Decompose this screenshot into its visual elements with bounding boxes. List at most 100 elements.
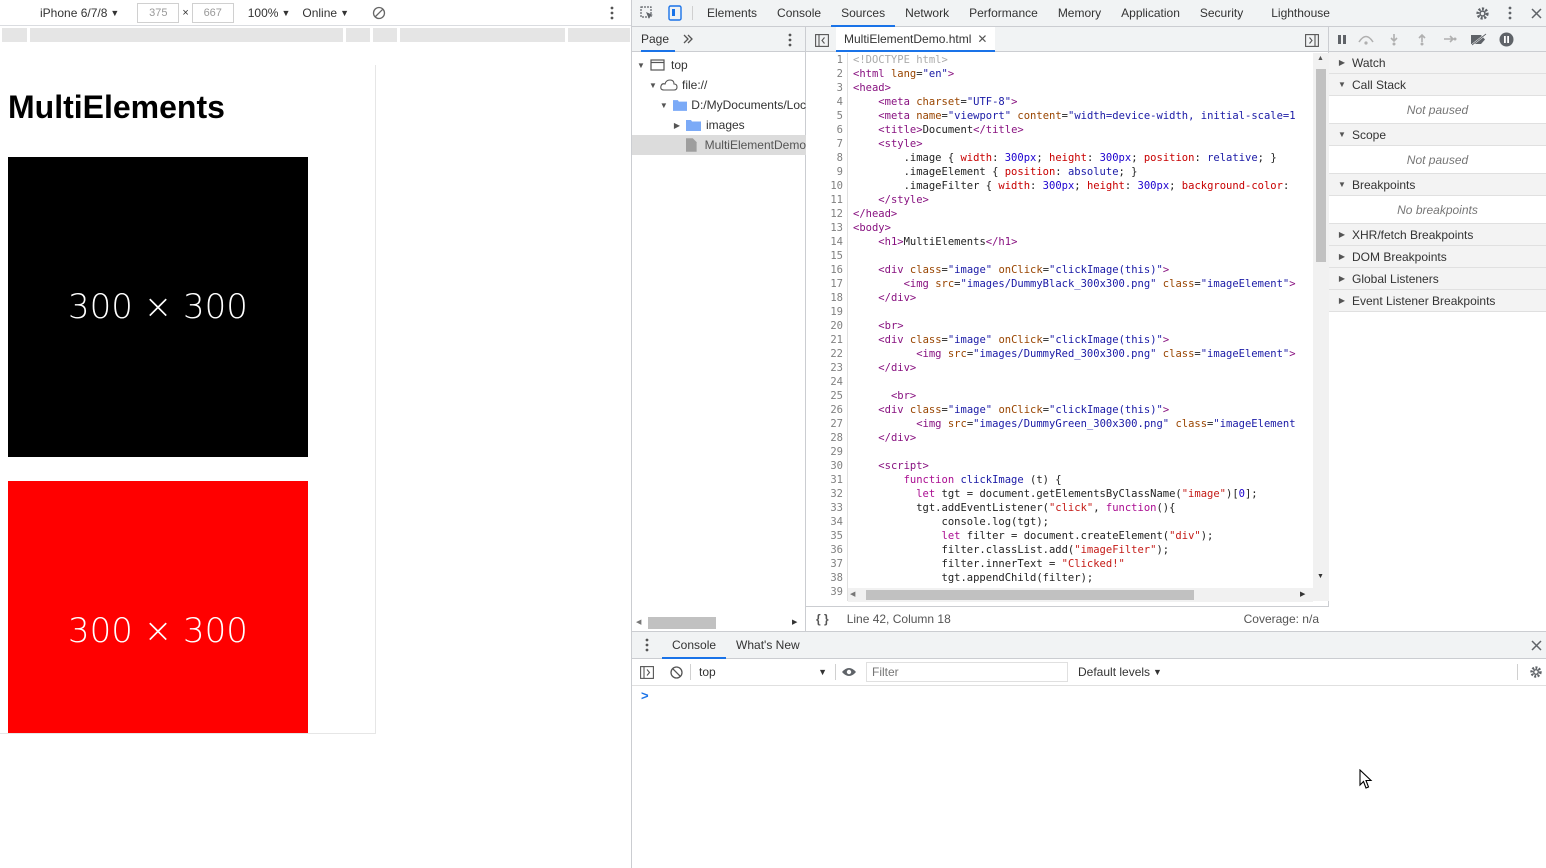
editor-vertical-scrollbar[interactable]: ▲ ▼ — [1313, 53, 1329, 601]
line-number[interactable]: 22 — [830, 347, 843, 361]
line-number[interactable]: 28 — [830, 431, 843, 445]
console-settings-button[interactable] — [1528, 664, 1544, 680]
tab-sources[interactable]: Sources — [831, 0, 896, 27]
toggle-debugger-button[interactable] — [1304, 32, 1320, 48]
line-number[interactable]: 7 — [837, 137, 843, 151]
line-number[interactable]: 2 — [837, 67, 843, 81]
line-number[interactable]: 37 — [830, 557, 843, 571]
line-number[interactable]: 34 — [830, 515, 843, 529]
close-devtools-button[interactable] — [1528, 4, 1544, 22]
step-icon[interactable] — [1441, 33, 1459, 45]
network-throttle-select[interactable]: Online ▼ — [302, 6, 349, 20]
ruler-segment[interactable] — [400, 28, 565, 42]
pretty-print-button[interactable]: { } — [816, 612, 829, 626]
line-number[interactable]: 13 — [830, 221, 843, 235]
clear-console-button[interactable] — [662, 665, 690, 679]
line-number[interactable]: 6 — [837, 123, 843, 137]
console-input-area[interactable] — [662, 688, 1532, 858]
tab-page[interactable]: Page — [632, 27, 678, 51]
line-number[interactable]: 31 — [830, 473, 843, 487]
ruler-segment[interactable] — [30, 28, 343, 42]
drawer-tab-console[interactable]: Console — [662, 632, 727, 659]
section-global-listeners[interactable]: ▶ Global Listeners — [1329, 268, 1546, 290]
tab-console[interactable]: Console — [767, 0, 831, 26]
console-prompt[interactable]: > — [641, 688, 649, 703]
line-number[interactable]: 21 — [830, 333, 843, 347]
section-dom-breakpoints[interactable]: ▶ DOM Breakpoints — [1329, 246, 1546, 268]
more-options-button[interactable] — [606, 5, 618, 21]
pause-icon[interactable] — [1337, 34, 1347, 45]
line-number[interactable]: 10 — [830, 179, 843, 193]
line-number[interactable]: 11 — [830, 193, 843, 207]
line-number[interactable]: 9 — [837, 165, 843, 179]
line-number[interactable]: 17 — [830, 277, 843, 291]
settings-button[interactable] — [1472, 4, 1492, 22]
tab-performance[interactable]: Performance — [959, 0, 1048, 26]
line-number[interactable]: 24 — [830, 375, 843, 389]
height-input[interactable]: 667 — [191, 2, 234, 23]
editor-horizontal-scrollbar[interactable]: ◀ ▶ — [848, 588, 1313, 602]
line-number[interactable]: 23 — [830, 361, 843, 375]
inspect-element-button[interactable] — [632, 0, 662, 26]
step-into-icon[interactable] — [1385, 33, 1403, 46]
ruler-segment[interactable] — [373, 28, 397, 42]
device-toolbar-toggle[interactable] — [662, 0, 688, 26]
line-number[interactable]: 15 — [830, 249, 843, 263]
line-number[interactable]: 39 — [830, 585, 843, 599]
dummy-image-red[interactable]: 300 × 300 — [8, 481, 308, 733]
rotate-button[interactable] — [371, 5, 387, 21]
code-area[interactable]: 1 2 3 4 5 6 7 8 9 10 11 12 13 14 15 16 17 18 19 20 21 22 23 24 2… — [806, 53, 1313, 601]
tree-item-top[interactable]: ▼ top — [632, 55, 806, 75]
line-number[interactable]: 16 — [830, 263, 843, 277]
line-number[interactable]: 38 — [830, 571, 843, 585]
section-breakpoints[interactable]: ▼ Breakpoints — [1329, 174, 1546, 196]
close-drawer-button[interactable] — [1530, 639, 1542, 651]
line-number[interactable]: 18 — [830, 291, 843, 305]
drawer-menu-button[interactable] — [632, 632, 662, 658]
section-event-listener-breakpoints[interactable]: ▶ Event Listener Breakpoints — [1329, 290, 1546, 312]
section-scope[interactable]: ▼ Scope — [1329, 124, 1546, 146]
width-input[interactable]: 375 — [137, 2, 180, 23]
customize-button[interactable] — [1502, 4, 1518, 22]
tree-item-file-scheme[interactable]: ▼ file:// — [632, 75, 806, 95]
line-number[interactable]: 29 — [830, 445, 843, 459]
ruler-segment[interactable] — [2, 28, 27, 42]
step-over-icon[interactable] — [1357, 33, 1375, 45]
tab-lighthouse[interactable]: Lighthouse — [1261, 0, 1340, 26]
line-number[interactable]: 14 — [830, 235, 843, 249]
ruler-segment[interactable] — [346, 28, 370, 42]
log-levels-select[interactable]: Default levels ▼ — [1078, 665, 1162, 679]
line-number[interactable]: 20 — [830, 319, 843, 333]
line-number[interactable]: 12 — [830, 207, 843, 221]
line-number[interactable]: 26 — [830, 403, 843, 417]
drawer-tab-whats-new[interactable]: What's New — [726, 632, 810, 658]
tree-item-file-selected[interactable]: MultiElementDemo — [632, 135, 806, 155]
line-number[interactable]: 3 — [837, 81, 843, 95]
scrollbar-thumb[interactable] — [1316, 69, 1326, 262]
scroll-down-arrow[interactable]: ▼ — [1317, 573, 1324, 580]
tree-item-folder-root[interactable]: ▼ D:/MyDocuments/Loc — [632, 95, 806, 115]
line-number[interactable]: 8 — [837, 151, 843, 165]
line-number[interactable]: 27 — [830, 417, 843, 431]
toggle-navigator-button[interactable] — [814, 32, 830, 48]
line-number[interactable]: 19 — [830, 305, 843, 319]
close-tab-icon[interactable]: ✕ — [977, 32, 987, 46]
line-number[interactable]: 30 — [830, 459, 843, 473]
line-number[interactable]: 25 — [830, 389, 843, 403]
section-watch[interactable]: ▶ Watch — [1329, 52, 1546, 74]
navigator-horizontal-scrollbar[interactable] — [648, 617, 716, 629]
tab-application[interactable]: Application — [1111, 0, 1190, 26]
scroll-right-arrow[interactable]: ▶ — [792, 618, 800, 628]
toggle-sidebar-button[interactable] — [632, 665, 662, 679]
line-number[interactable]: 5 — [837, 109, 843, 123]
section-call-stack[interactable]: ▼ Call Stack — [1329, 74, 1546, 96]
more-tabs-button[interactable] — [678, 27, 698, 51]
tree-item-folder-images[interactable]: ▶ images — [632, 115, 806, 135]
step-out-icon[interactable] — [1413, 33, 1431, 46]
line-number[interactable]: 32 — [830, 487, 843, 501]
device-select[interactable]: iPhone 6/7/8 ▼ — [40, 6, 119, 20]
context-select[interactable]: top ▼ — [691, 662, 831, 682]
media-query-ruler[interactable] — [0, 28, 631, 42]
filter-input[interactable] — [866, 662, 1068, 682]
scroll-up-arrow[interactable]: ▲ — [1317, 55, 1324, 62]
